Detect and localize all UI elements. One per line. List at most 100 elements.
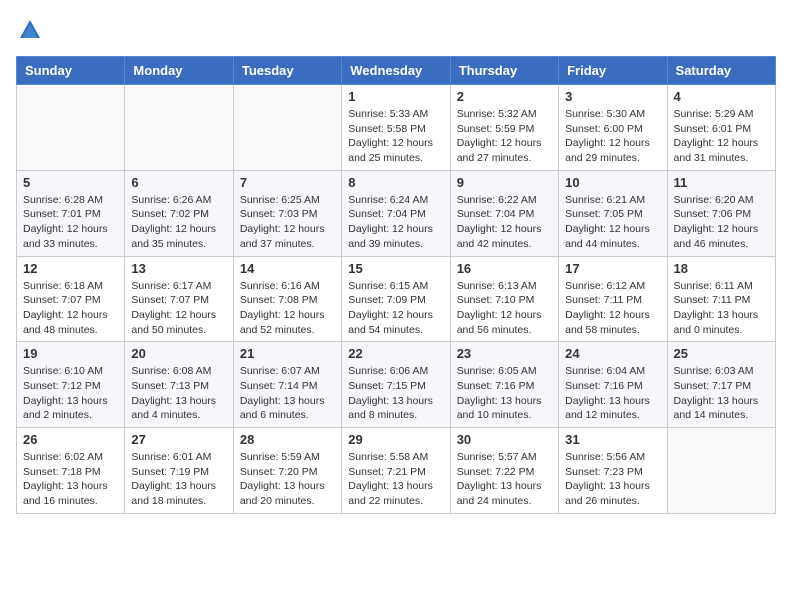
table-row: 19 Sunrise: 6:10 AM Sunset: 7:12 PM Dayli… <box>17 342 125 428</box>
table-row: 28 Sunrise: 5:59 AM Sunset: 7:20 PM Dayli… <box>233 428 341 514</box>
table-row <box>233 85 341 171</box>
day-number: 13 <box>131 261 226 276</box>
day-info: Sunrise: 6:22 AM Sunset: 7:04 PM Dayligh… <box>457 193 552 252</box>
day-info: Sunrise: 6:20 AM Sunset: 7:06 PM Dayligh… <box>674 193 769 252</box>
day-number: 4 <box>674 89 769 104</box>
table-row <box>125 85 233 171</box>
table-row: 18 Sunrise: 6:11 AM Sunset: 7:11 PM Dayli… <box>667 256 775 342</box>
table-row: 22Sunrise: 6:06 AM Sunset: 7:15 PM Dayli… <box>342 342 450 428</box>
table-row: 21 Sunrise: 6:07 AM Sunset: 7:14 PM Dayli… <box>233 342 341 428</box>
day-number: 17 <box>565 261 660 276</box>
day-number: 31 <box>565 432 660 447</box>
table-row: 12Sunrise: 6:18 AM Sunset: 7:07 PM Dayli… <box>17 256 125 342</box>
day-info: Sunrise: 6:11 AM Sunset: 7:11 PM Dayligh… <box>674 279 769 338</box>
day-number: 20 <box>131 346 226 361</box>
day-info: Sunrise: 6:28 AM Sunset: 7:01 PM Dayligh… <box>23 193 118 252</box>
page-header <box>16 16 776 44</box>
table-row: 2 Sunrise: 5:32 AM Sunset: 5:59 PM Daylig… <box>450 85 558 171</box>
table-row: 31 Sunrise: 5:56 AM Sunset: 7:23 PM Dayli… <box>559 428 667 514</box>
day-info: Sunrise: 6:10 AM Sunset: 7:12 PM Dayligh… <box>23 364 118 423</box>
day-number: 5 <box>23 175 118 190</box>
day-number: 23 <box>457 346 552 361</box>
day-info: Sunrise: 5:29 AM Sunset: 6:01 PM Dayligh… <box>674 107 769 166</box>
table-row: 5 Sunrise: 6:28 AM Sunset: 7:01 PM Daylig… <box>17 170 125 256</box>
day-info: Sunrise: 6:12 AM Sunset: 7:11 PM Dayligh… <box>565 279 660 338</box>
table-row: 27 Sunrise: 6:01 AM Sunset: 7:19 PM Dayli… <box>125 428 233 514</box>
table-row: 30 Sunrise: 5:57 AM Sunset: 7:22 PM Dayli… <box>450 428 558 514</box>
table-row: 29 Sunrise: 5:58 AM Sunset: 7:21 PM Dayli… <box>342 428 450 514</box>
weekday-header-wednesday: Wednesday <box>342 57 450 85</box>
day-number: 1 <box>348 89 443 104</box>
weekday-header-friday: Friday <box>559 57 667 85</box>
table-row: 14 Sunrise: 6:16 AM Sunset: 7:08 PM Dayli… <box>233 256 341 342</box>
calendar-week-row: 12Sunrise: 6:18 AM Sunset: 7:07 PM Dayli… <box>17 256 776 342</box>
day-number: 6 <box>131 175 226 190</box>
logo <box>16 16 48 44</box>
day-number: 8 <box>348 175 443 190</box>
day-info: Sunrise: 6:02 AM Sunset: 7:18 PM Dayligh… <box>23 450 118 509</box>
logo-icon <box>16 16 44 44</box>
day-number: 27 <box>131 432 226 447</box>
day-info: Sunrise: 6:25 AM Sunset: 7:03 PM Dayligh… <box>240 193 335 252</box>
table-row: 26 Sunrise: 6:02 AM Sunset: 7:18 PM Dayli… <box>17 428 125 514</box>
day-number: 26 <box>23 432 118 447</box>
weekday-header-sunday: Sunday <box>17 57 125 85</box>
day-number: 30 <box>457 432 552 447</box>
day-number: 18 <box>674 261 769 276</box>
table-row: 23Sunrise: 6:05 AM Sunset: 7:16 PM Dayli… <box>450 342 558 428</box>
day-number: 15 <box>348 261 443 276</box>
table-row <box>667 428 775 514</box>
table-row: 16Sunrise: 6:13 AM Sunset: 7:10 PM Dayli… <box>450 256 558 342</box>
table-row: 8 Sunrise: 6:24 AM Sunset: 7:04 PM Daylig… <box>342 170 450 256</box>
weekday-header-row: SundayMondayTuesdayWednesdayThursdayFrid… <box>17 57 776 85</box>
day-number: 14 <box>240 261 335 276</box>
day-number: 22 <box>348 346 443 361</box>
table-row: 13 Sunrise: 6:17 AM Sunset: 7:07 PM Dayli… <box>125 256 233 342</box>
day-info: Sunrise: 5:57 AM Sunset: 7:22 PM Dayligh… <box>457 450 552 509</box>
day-info: Sunrise: 6:16 AM Sunset: 7:08 PM Dayligh… <box>240 279 335 338</box>
day-number: 25 <box>674 346 769 361</box>
day-info: Sunrise: 6:18 AM Sunset: 7:07 PM Dayligh… <box>23 279 118 338</box>
day-info: Sunrise: 5:59 AM Sunset: 7:20 PM Dayligh… <box>240 450 335 509</box>
day-number: 7 <box>240 175 335 190</box>
day-info: Sunrise: 6:01 AM Sunset: 7:19 PM Dayligh… <box>131 450 226 509</box>
calendar-table: SundayMondayTuesdayWednesdayThursdayFrid… <box>16 56 776 514</box>
day-info: Sunrise: 5:56 AM Sunset: 7:23 PM Dayligh… <box>565 450 660 509</box>
day-number: 29 <box>348 432 443 447</box>
table-row: 17 Sunrise: 6:12 AM Sunset: 7:11 PM Dayli… <box>559 256 667 342</box>
day-info: Sunrise: 5:58 AM Sunset: 7:21 PM Dayligh… <box>348 450 443 509</box>
table-row: 9 Sunrise: 6:22 AM Sunset: 7:04 PM Daylig… <box>450 170 558 256</box>
table-row: 1 Sunrise: 5:33 AM Sunset: 5:58 PM Daylig… <box>342 85 450 171</box>
day-number: 10 <box>565 175 660 190</box>
day-info: Sunrise: 5:33 AM Sunset: 5:58 PM Dayligh… <box>348 107 443 166</box>
table-row: 4 Sunrise: 5:29 AM Sunset: 6:01 PM Daylig… <box>667 85 775 171</box>
day-info: Sunrise: 5:32 AM Sunset: 5:59 PM Dayligh… <box>457 107 552 166</box>
day-number: 21 <box>240 346 335 361</box>
day-number: 9 <box>457 175 552 190</box>
day-number: 11 <box>674 175 769 190</box>
table-row: 6 Sunrise: 6:26 AM Sunset: 7:02 PM Daylig… <box>125 170 233 256</box>
calendar-week-row: 19 Sunrise: 6:10 AM Sunset: 7:12 PM Dayli… <box>17 342 776 428</box>
table-row: 11 Sunrise: 6:20 AM Sunset: 7:06 PM Dayli… <box>667 170 775 256</box>
day-number: 2 <box>457 89 552 104</box>
day-number: 28 <box>240 432 335 447</box>
day-info: Sunrise: 5:30 AM Sunset: 6:00 PM Dayligh… <box>565 107 660 166</box>
day-number: 19 <box>23 346 118 361</box>
day-info: Sunrise: 6:15 AM Sunset: 7:09 PM Dayligh… <box>348 279 443 338</box>
day-info: Sunrise: 6:21 AM Sunset: 7:05 PM Dayligh… <box>565 193 660 252</box>
table-row: 10 Sunrise: 6:21 AM Sunset: 7:05 PM Dayli… <box>559 170 667 256</box>
day-number: 3 <box>565 89 660 104</box>
table-row <box>17 85 125 171</box>
day-info: Sunrise: 6:13 AM Sunset: 7:10 PM Dayligh… <box>457 279 552 338</box>
day-info: Sunrise: 6:07 AM Sunset: 7:14 PM Dayligh… <box>240 364 335 423</box>
day-info: Sunrise: 6:04 AM Sunset: 7:16 PM Dayligh… <box>565 364 660 423</box>
table-row: 24 Sunrise: 6:04 AM Sunset: 7:16 PM Dayli… <box>559 342 667 428</box>
day-info: Sunrise: 6:24 AM Sunset: 7:04 PM Dayligh… <box>348 193 443 252</box>
day-info: Sunrise: 6:26 AM Sunset: 7:02 PM Dayligh… <box>131 193 226 252</box>
day-info: Sunrise: 6:17 AM Sunset: 7:07 PM Dayligh… <box>131 279 226 338</box>
calendar-week-row: 26 Sunrise: 6:02 AM Sunset: 7:18 PM Dayli… <box>17 428 776 514</box>
weekday-header-thursday: Thursday <box>450 57 558 85</box>
day-number: 24 <box>565 346 660 361</box>
calendar-week-row: 1 Sunrise: 5:33 AM Sunset: 5:58 PM Daylig… <box>17 85 776 171</box>
weekday-header-monday: Monday <box>125 57 233 85</box>
